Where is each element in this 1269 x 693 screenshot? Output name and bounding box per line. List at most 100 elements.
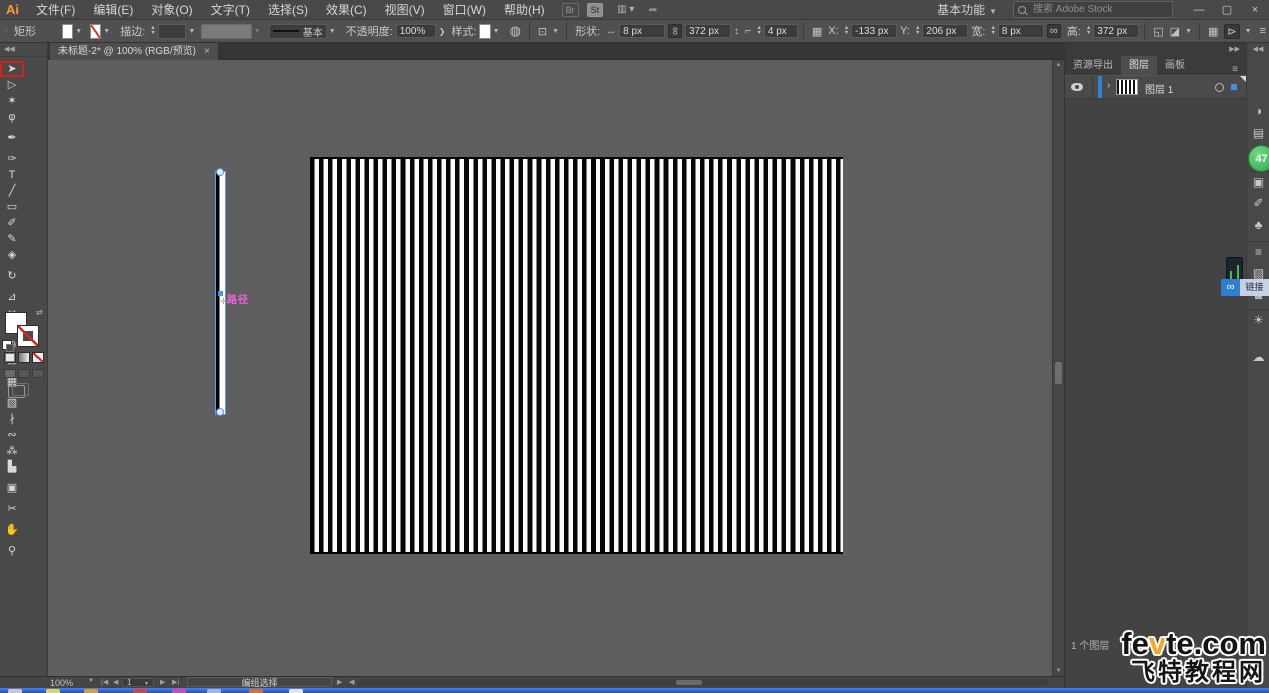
panel-menu-icon[interactable]: ≡ bbox=[1224, 64, 1246, 75]
draw-normal-button[interactable] bbox=[4, 369, 16, 378]
tab-asset-export[interactable]: 资源导出 bbox=[1065, 56, 1121, 75]
links-panel-icon[interactable]: ∞ bbox=[1221, 279, 1240, 296]
pencil-tool[interactable]: ✎ bbox=[0, 231, 24, 247]
search-input[interactable] bbox=[1031, 3, 1155, 16]
none-button[interactable] bbox=[32, 352, 44, 363]
tab-artboards[interactable]: 画板 bbox=[1157, 56, 1193, 75]
x-input[interactable] bbox=[851, 24, 897, 38]
recolor-artwork-icon[interactable]: ◍ bbox=[510, 23, 521, 39]
line-segment-tool[interactable]: ╱ bbox=[0, 183, 24, 199]
selection-tool[interactable]: ➤ bbox=[0, 61, 24, 77]
width-stepper[interactable]: ▲▼ bbox=[990, 26, 995, 36]
menu-item[interactable]: 窗口(W) bbox=[434, 0, 495, 20]
chevron-down-icon[interactable]: ▼ bbox=[329, 28, 336, 35]
draw-behind-button[interactable] bbox=[18, 369, 30, 378]
zoom-tool[interactable]: ⚲ bbox=[0, 543, 24, 559]
menu-item[interactable]: 文字(T) bbox=[202, 0, 259, 20]
swatches-panel-icon[interactable]: ▤ bbox=[1247, 123, 1269, 143]
restore-button[interactable]: ▢ bbox=[1213, 0, 1241, 20]
strip-expand-header[interactable]: ◀◀ bbox=[1247, 43, 1269, 56]
menu-item[interactable]: 选择(S) bbox=[259, 0, 317, 20]
prev-artboard-icon[interactable]: ◀ bbox=[113, 678, 118, 686]
gradient-button[interactable] bbox=[18, 352, 30, 363]
transform-icon[interactable]: ◱ bbox=[1153, 25, 1163, 38]
column-graph-tool[interactable]: ▙ bbox=[0, 459, 24, 475]
vertical-scroll-thumb[interactable] bbox=[1055, 362, 1062, 384]
chevron-down-icon[interactable]: ▼ bbox=[552, 28, 559, 35]
close-button[interactable]: × bbox=[1241, 0, 1269, 20]
opacity-input[interactable] bbox=[396, 24, 436, 38]
hand-tool[interactable]: ✋ bbox=[0, 522, 24, 538]
shape-height-input[interactable] bbox=[685, 24, 731, 38]
chevron-down-icon[interactable]: ▼ bbox=[493, 28, 500, 35]
stock-badge[interactable]: St bbox=[587, 3, 604, 17]
taskbar-app-1[interactable] bbox=[8, 689, 22, 693]
selection-handle-bottom[interactable] bbox=[216, 408, 224, 416]
stroke-indicator[interactable] bbox=[17, 325, 39, 347]
last-artboard-icon[interactable]: ▶| bbox=[172, 678, 179, 686]
menu-item[interactable]: 文件(F) bbox=[27, 0, 84, 20]
pen-tool[interactable]: ✒ bbox=[0, 130, 24, 146]
blend-tool[interactable]: ∾ bbox=[0, 427, 24, 443]
menu-item[interactable]: 视图(V) bbox=[376, 0, 434, 20]
layer-disclosure-icon[interactable]: › bbox=[1107, 80, 1110, 91]
menu-item[interactable]: 帮助(H) bbox=[495, 0, 554, 20]
stroke-panel-icon[interactable]: ≡ bbox=[1247, 241, 1269, 261]
scroll-right-icon[interactable]: ▶ bbox=[337, 678, 342, 686]
zoom-level[interactable]: 100% bbox=[50, 678, 73, 688]
width-input[interactable] bbox=[998, 24, 1044, 38]
creative-cloud-icon[interactable]: ☁ bbox=[1247, 347, 1269, 367]
layer-thumbnail[interactable] bbox=[1116, 79, 1138, 95]
chevron-down-icon[interactable]: ▼ bbox=[103, 28, 110, 35]
bridge-badge[interactable]: Br bbox=[562, 3, 579, 17]
height-stepper[interactable]: ▲▼ bbox=[1086, 26, 1091, 36]
artboard-number-dropdown[interactable]: 1 ▼ bbox=[122, 678, 154, 687]
scroll-up-icon[interactable]: ▲ bbox=[1053, 62, 1064, 68]
align-to-pixel-grid-icon[interactable]: ▦ bbox=[812, 25, 822, 38]
brush-definition-dropdown[interactable]: 基本 bbox=[269, 24, 327, 39]
x-stepper[interactable]: ▲▼ bbox=[844, 26, 849, 36]
scroll-left-icon[interactable]: ◀ bbox=[349, 678, 354, 686]
visibility-eye-icon[interactable] bbox=[1071, 83, 1083, 91]
workspace-switcher[interactable]: 基本功能▼ bbox=[937, 1, 999, 18]
symbols-panel-icon[interactable]: ♣ bbox=[1247, 215, 1269, 235]
brushes-panel-icon[interactable]: ✐ bbox=[1247, 193, 1269, 213]
height-input[interactable] bbox=[1093, 24, 1139, 38]
rectangle-tool[interactable]: ▭ bbox=[0, 199, 24, 215]
close-icon[interactable]: × bbox=[204, 43, 210, 60]
y-input[interactable] bbox=[922, 24, 968, 38]
color-panel-icon[interactable]: ◑ bbox=[1247, 101, 1269, 121]
eraser-tool[interactable]: ◈ bbox=[0, 247, 24, 263]
lasso-tool[interactable]: φ bbox=[0, 109, 24, 125]
menu-item[interactable]: 对象(O) bbox=[142, 0, 201, 20]
vertical-scrollbar[interactable]: ▲ ▼ bbox=[1052, 60, 1064, 676]
select-similar-icon[interactable]: ⊡ bbox=[538, 25, 547, 38]
menu-item[interactable]: 编辑(E) bbox=[84, 0, 142, 20]
chevron-down-icon[interactable]: ▼ bbox=[1185, 28, 1192, 35]
chevron-down-icon[interactable]: ▼ bbox=[88, 678, 94, 684]
type-tool[interactable]: T bbox=[0, 167, 24, 183]
chevron-down-icon[interactable]: ▼ bbox=[1245, 28, 1252, 35]
stroke-weight-stepper[interactable]: ▲▼ bbox=[150, 26, 155, 36]
libraries-panel-icon[interactable]: ▣ bbox=[1247, 171, 1269, 191]
first-artboard-icon[interactable]: |◀ bbox=[101, 678, 108, 686]
constrain-proportions-icon[interactable]: ∞ bbox=[1047, 24, 1061, 38]
sync-settings-icon[interactable]: ➦ bbox=[648, 3, 657, 16]
symbol-sprayer-tool[interactable]: ⁂ bbox=[0, 443, 24, 459]
layer-name[interactable]: 图层 1 bbox=[1145, 81, 1173, 96]
shear-icon[interactable]: ◪ bbox=[1170, 25, 1180, 38]
appearance-panel-icon[interactable]: ☀ bbox=[1247, 309, 1269, 329]
taskbar-app-4[interactable] bbox=[133, 689, 147, 693]
panel-grip[interactable]: ⁞⁞ bbox=[0, 26, 11, 36]
artboard-tool[interactable]: ▣ bbox=[0, 480, 24, 496]
graphic-style-swatch[interactable] bbox=[479, 24, 490, 39]
eyedropper-tool[interactable]: ∤ bbox=[0, 411, 24, 427]
minimize-button[interactable]: — bbox=[1185, 0, 1213, 20]
next-artboard-icon[interactable]: ▶ bbox=[160, 678, 165, 686]
taskbar-app-3[interactable] bbox=[84, 689, 98, 693]
document-tab[interactable]: 未标题-2* @ 100% (RGB/预览) × bbox=[50, 43, 218, 60]
expand-arrow-icon[interactable]: ❯ bbox=[439, 27, 446, 36]
draw-inside-button[interactable] bbox=[32, 369, 44, 378]
screen-mode-button[interactable] bbox=[8, 385, 25, 398]
menu-item[interactable]: 效果(C) bbox=[317, 0, 376, 20]
